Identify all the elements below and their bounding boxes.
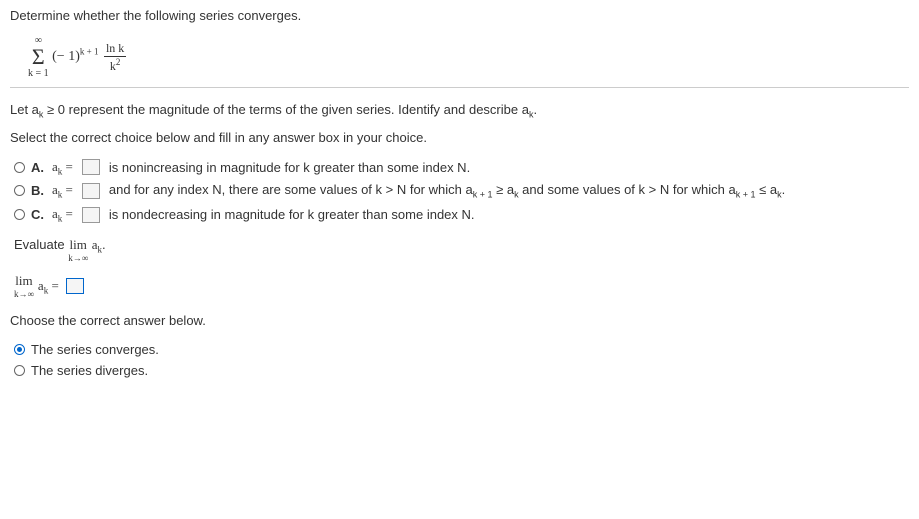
- limit-answer-line: lim k→∞ ak =: [14, 273, 909, 299]
- radio-converges[interactable]: [14, 344, 25, 355]
- answer-box-limit[interactable]: [66, 278, 84, 294]
- option-a-ak: ak =: [52, 159, 73, 177]
- option-c-label: C.: [31, 207, 44, 222]
- option-c-text: is nondecreasing in magnitude for k grea…: [109, 207, 475, 222]
- option-b-text: and for any index N, there are some valu…: [109, 182, 785, 200]
- select-instruction: Select the correct choice below and fill…: [10, 130, 909, 145]
- answer-box-c[interactable]: [82, 207, 100, 223]
- question-text: Determine whether the following series c…: [10, 8, 909, 23]
- series-formula: ∞ Σ k = 1 (− 1)k + 1 ln k k2: [28, 35, 909, 79]
- answer-box-a[interactable]: [82, 159, 100, 175]
- option-c-ak: ak =: [52, 206, 73, 224]
- final-options: The series converges. The series diverge…: [14, 342, 909, 378]
- radio-option-a[interactable]: [14, 162, 25, 173]
- evaluate-text: Evaluate lim k→∞ ak.: [14, 237, 909, 263]
- option-b-ak: ak =: [52, 182, 73, 200]
- diverges-text: The series diverges.: [31, 363, 148, 378]
- radio-option-c[interactable]: [14, 209, 25, 220]
- instruction-text: Let ak ≥ 0 represent the magnitude of th…: [10, 102, 909, 120]
- option-a-label: A.: [31, 160, 44, 175]
- option-diverges-row: The series diverges.: [14, 363, 909, 378]
- radio-option-b[interactable]: [14, 185, 25, 196]
- option-a-row: A. ak = is nonincreasing in magnitude fo…: [14, 159, 909, 177]
- option-a-text: is nonincreasing in magnitude for k grea…: [109, 160, 470, 175]
- option-b-label: B.: [31, 183, 44, 198]
- choose-instruction: Choose the correct answer below.: [10, 313, 909, 328]
- option-c-row: C. ak = is nondecreasing in magnitude fo…: [14, 206, 909, 224]
- divider: [10, 87, 909, 88]
- option-b-row: B. ak = and for any index N, there are s…: [14, 182, 909, 200]
- answer-box-b[interactable]: [82, 183, 100, 199]
- radio-diverges[interactable]: [14, 365, 25, 376]
- option-converges-row: The series converges.: [14, 342, 909, 357]
- multiple-choice-options: A. ak = is nonincreasing in magnitude fo…: [14, 159, 909, 224]
- converges-text: The series converges.: [31, 342, 159, 357]
